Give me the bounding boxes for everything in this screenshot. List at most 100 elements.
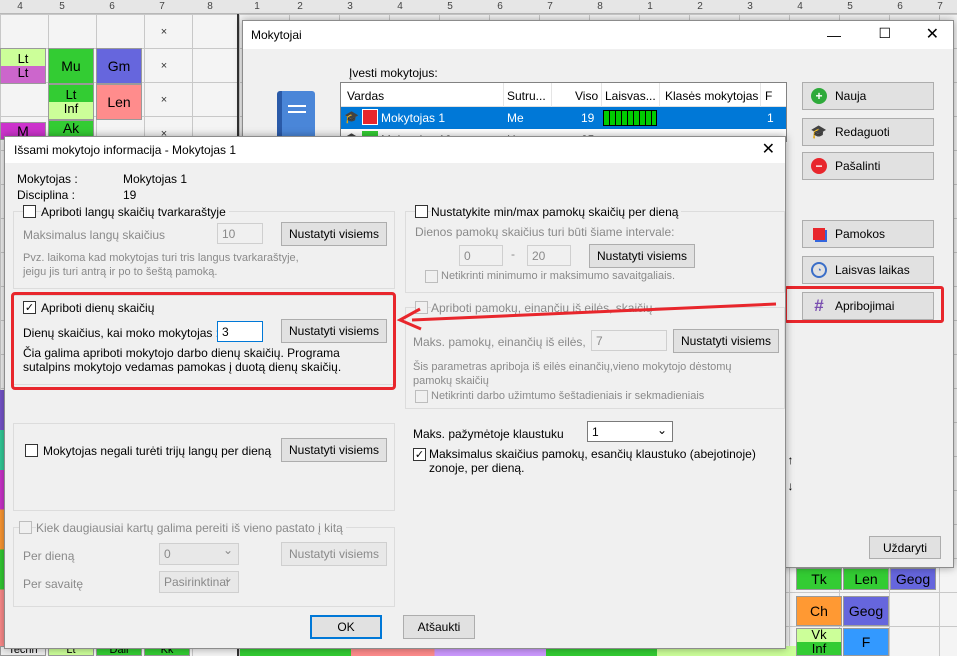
col-num: 3 (347, 1, 353, 12)
question-zone-select[interactable]: 1 ⌄ (587, 421, 673, 442)
close-icon[interactable]: ✕ (926, 24, 939, 44)
col-num: 7 (547, 1, 553, 12)
col-num: 1 (254, 1, 260, 12)
col-num: 2 (697, 1, 703, 12)
free-time-button[interactable]: ◔ Laisvas laikas (802, 256, 934, 284)
max-consecutive-label: Maks. pamokų, einančių iš eilės, (413, 335, 586, 349)
highlight-box (11, 292, 396, 390)
col-header-class-teacher[interactable]: Klasės mokytojas (665, 89, 758, 103)
skip-weekend-load-label: Netikrinti darbo užimtumo šeštadieniais … (431, 390, 705, 402)
close-button[interactable]: Uždaryti (869, 536, 941, 559)
question-zone-checkbox[interactable]: ✓ (413, 448, 426, 461)
empty-mark: × (160, 26, 168, 38)
delete-button[interactable]: − Pašalinti (802, 152, 934, 180)
timetable-cell[interactable]: Gm (96, 48, 142, 84)
col-num: 5 (59, 1, 65, 12)
cell-label: Geog (895, 570, 931, 587)
set-all-three-gaps-button[interactable]: Nustatyti visiems (281, 438, 387, 462)
col-num: 6 (897, 1, 903, 12)
per-day-select[interactable]: 0 (159, 543, 239, 565)
plus-icon: + (811, 88, 827, 104)
max-consecutive-input[interactable]: 7 (591, 330, 667, 351)
lessons-button[interactable]: Pamokos (802, 220, 934, 248)
chevron-down-icon: ⌄ (656, 423, 667, 437)
book-icon (277, 91, 315, 141)
min-lessons-input[interactable]: 0 (459, 245, 503, 266)
button-label: Atšaukti (417, 620, 461, 634)
min-max-label: Nustatykite min/max pamokų skaičių per d… (431, 205, 682, 219)
cell-label: Len (107, 93, 131, 110)
col-header-extra[interactable]: F (765, 89, 772, 103)
timetable-cell[interactable]: Ch (796, 596, 842, 626)
no-three-gaps-checkbox[interactable] (25, 444, 38, 457)
cell-label: Lt (17, 65, 29, 80)
edit-button[interactable]: 🎓 Redaguoti (802, 118, 934, 146)
discipline-value: 19 (123, 188, 137, 202)
ok-button[interactable]: OK (310, 615, 382, 639)
button-label: Nustatyti visiems (680, 334, 772, 348)
maximize-icon[interactable]: ☐ (878, 25, 891, 42)
col-num: 3 (747, 1, 753, 12)
set-all-min-max-button[interactable]: Nustatyti visiems (589, 244, 695, 268)
cancel-button[interactable]: Atšaukti (403, 615, 475, 639)
timetable-cell[interactable]: Tk (796, 568, 842, 590)
empty-mark: × (160, 94, 168, 106)
highlight-box (784, 286, 944, 323)
timetable-cell[interactable]: Lt Lt (0, 48, 46, 84)
new-button[interactable]: + Nauja (802, 82, 934, 110)
button-label: Pašalinti (835, 159, 881, 173)
graduation-cap-icon: 🎓 (344, 110, 359, 124)
timetable-cell[interactable]: Geog (843, 596, 889, 626)
timetable-cell[interactable]: Len (96, 84, 142, 120)
color-swatch (362, 109, 378, 125)
cell-label: Mu (61, 57, 81, 74)
timetable-cell[interactable]: Len (843, 568, 889, 590)
gaps-note: Pvz. laikoma kad mokytojas turi tris lan… (23, 252, 299, 278)
button-label: Redaguoti (835, 125, 890, 139)
skip-weekend-load-checkbox[interactable] (415, 390, 428, 403)
table-row-selected[interactable]: 🎓 Mokytojas 1 Me 19 1 (341, 107, 786, 129)
set-all-transfers-button[interactable]: Nustatyti visiems (281, 542, 387, 566)
cell-label: Tk (811, 570, 827, 587)
col-header-name[interactable]: Vardas (347, 89, 384, 103)
max-gaps-input[interactable]: 10 (217, 223, 263, 244)
teacher-detail-dialog: Išsami mokytojo informacija - Mokytojas … (4, 136, 786, 649)
building-transfers-checkbox[interactable] (19, 521, 32, 534)
set-all-gaps-button[interactable]: Nustatyti visiems (281, 222, 387, 246)
teacher-name: Mokytojas 1 (381, 111, 446, 125)
skip-weekend-checkbox[interactable] (425, 270, 438, 283)
timetable-cell[interactable]: Vk Inf (796, 628, 842, 656)
col-header-short[interactable]: Sutru... (507, 89, 546, 103)
button-label: Nustatyti visiems (288, 547, 380, 561)
empty-mark: × (160, 60, 168, 72)
col-header-free[interactable]: Laisvas... (605, 89, 656, 103)
max-gaps-label: Maksimalus langų skaičius (23, 228, 166, 242)
column-header-left: 4 5 6 7 8 (0, 0, 237, 14)
button-label: OK (337, 620, 355, 634)
cell-label: Ak (62, 120, 80, 136)
timetable-cell[interactable]: Lt Inf (48, 84, 94, 120)
teachers-table[interactable]: Vardas Sutru... Viso Laisvas... Klasės m… (340, 82, 787, 142)
col-header-total[interactable]: Viso (575, 89, 598, 103)
table-header: Vardas Sutru... Viso Laisvas... Klasės m… (341, 83, 786, 107)
timetable-cell[interactable]: Geog (890, 568, 936, 590)
minimize-icon[interactable]: — (827, 27, 841, 43)
timetable-cell[interactable]: F (843, 628, 889, 656)
col-num: 5 (847, 1, 853, 12)
col-num: 1 (647, 1, 653, 12)
col-num: 7 (937, 1, 943, 12)
teacher-short: Me (507, 111, 524, 125)
limit-gaps-checkbox[interactable] (23, 205, 36, 218)
col-num: 8 (207, 1, 213, 12)
timetable-cell[interactable]: Mu (48, 48, 94, 84)
close-icon[interactable]: ✕ (762, 139, 775, 159)
per-week-select[interactable]: Pasirinktinai (159, 571, 239, 593)
max-lessons-input[interactable]: 20 (527, 245, 571, 266)
set-all-consecutive-button[interactable]: Nustatyti visiems (673, 329, 779, 353)
consecutive-note: Šis parametras apriboja iš eilės einanči… (413, 361, 732, 387)
teachers-list-label: Įvesti mokytojus: (349, 66, 438, 80)
button-label: Nauja (835, 89, 867, 103)
button-label: Nustatyti visiems (288, 227, 380, 241)
min-max-checkbox[interactable] (415, 205, 428, 218)
cell-label: Geog (848, 602, 884, 619)
